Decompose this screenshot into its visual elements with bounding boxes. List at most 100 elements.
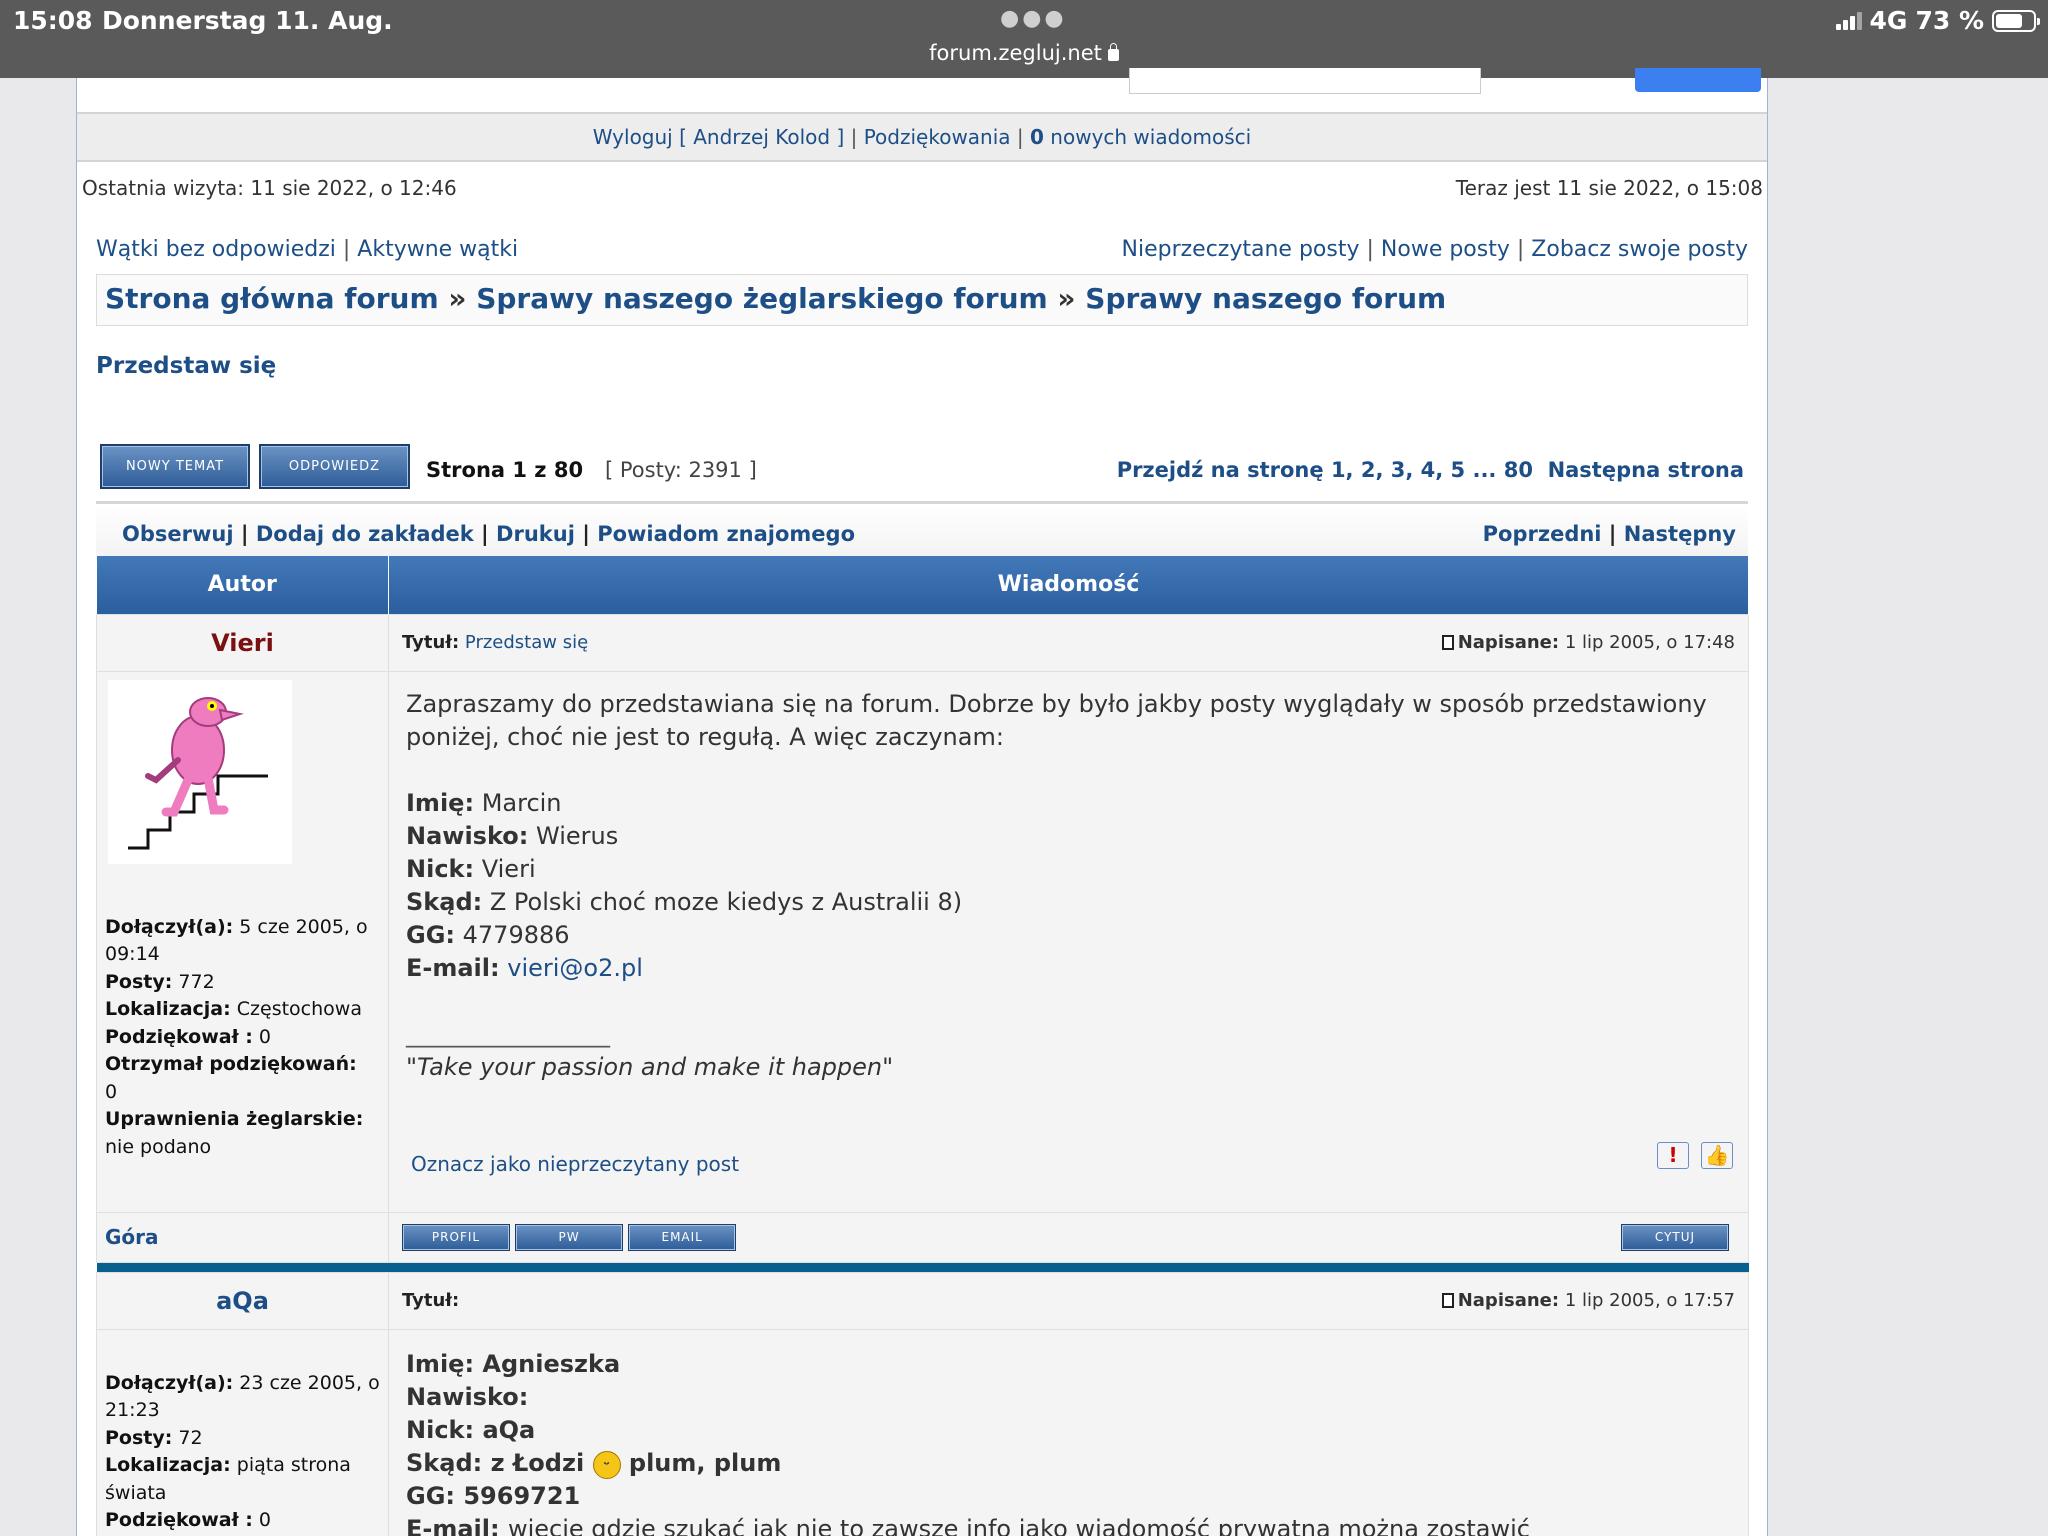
post-body-row: Dołączył(a): 23 cze 2005, o 21:23 Posty:… (96, 1328, 1749, 1536)
address-bar[interactable]: forum.zegluj.net (0, 41, 2048, 65)
signal-icon (1835, 11, 1862, 30)
author-profile: Dołączył(a): 23 cze 2005, o 21:23 Posty:… (97, 1330, 388, 1536)
url-text: forum.zegluj.net (929, 41, 1102, 65)
post-subject-link[interactable]: Przedstaw się (465, 632, 588, 653)
breadcrumb-home[interactable]: Strona główna forum (105, 282, 439, 315)
search-input[interactable] (1129, 68, 1481, 94)
mark-unread-link[interactable]: Oznacz jako nieprzeczytany post (411, 1148, 739, 1181)
bookmark-link[interactable]: Dodaj do zakładek (256, 522, 474, 546)
post-line-text: Skąd: z Łodzi (406, 1448, 585, 1477)
breadcrumb-separator: » (1047, 282, 1086, 315)
topic-title[interactable]: Przedstaw się (96, 353, 276, 379)
field-value: Vieri (481, 854, 536, 883)
separator-bar (96, 1262, 1749, 1272)
unanswered-link[interactable]: Wątki bez odpowiedzi (96, 237, 336, 262)
watch-link[interactable]: Obserwuj (122, 522, 234, 546)
separator: | (1010, 125, 1031, 149)
field-label: Imię: (406, 788, 475, 817)
search-button[interactable] (1635, 68, 1761, 92)
posts-value: 72 (178, 1426, 203, 1449)
separator: | (574, 522, 598, 546)
new-topic-button[interactable]: NOWY TEMAT (100, 444, 250, 489)
table-header: Autor Wiadomość (96, 556, 1749, 614)
post-buttons-cell: PROFIL PW EMAIL CYTUJ (388, 1211, 1749, 1263)
breadcrumb-forum[interactable]: Sprawy naszego forum (1085, 282, 1446, 315)
location-label: Lokalizacja: (105, 1454, 231, 1476)
joined-label: Dołączył(a): (105, 1371, 234, 1394)
unread-posts-link[interactable]: Nieprzeczytane posty (1122, 237, 1360, 262)
thanks-link[interactable]: Podziękowania (864, 125, 1011, 149)
status-right: 4G 73 % (1835, 6, 2040, 35)
battery-fill (1996, 13, 2023, 28)
field-label: GG: (406, 920, 455, 949)
post-icon[interactable] (1441, 634, 1454, 650)
page-links[interactable]: 1, 2, 3, 4, 5 ... 80 (1331, 458, 1533, 482)
next-page-link[interactable]: Następna strona (1548, 458, 1744, 482)
post-intro: Zapraszamy do przedstawiana się na forum… (406, 689, 1707, 751)
post-line: GG: 5969721 (406, 1481, 581, 1510)
post-line-text: E-mail: (406, 1514, 500, 1536)
post-author-cell: aQa (96, 1271, 389, 1330)
posted-label: Napisane: (1457, 631, 1560, 653)
profile-button[interactable]: PROFIL (402, 1223, 510, 1251)
location-value: Częstochowa (236, 998, 362, 1020)
thumbs-up-icon[interactable]: 👍 (1701, 1141, 1733, 1169)
previous-topic-link[interactable]: Poprzedni (1483, 522, 1602, 546)
post-author[interactable]: aQa (216, 1287, 269, 1315)
quote-button[interactable]: CYTUJ (1621, 1223, 1729, 1251)
post-subject-cell: Tytuł: Napisane: 1 lip 2005, o 17:57 (388, 1271, 1749, 1330)
multitasking-dots-icon[interactable]: ●●● (1000, 6, 1067, 31)
post-subject-cell: Tytuł: Przedstaw się Napisane: 1 lip 200… (388, 613, 1749, 672)
new-messages-label: nowych wiadomości (1043, 125, 1252, 149)
clock: 15:08 (13, 6, 93, 35)
report-icon[interactable]: ! (1657, 1141, 1689, 1169)
logout-link[interactable]: Wyloguj [ Andrzej Kolod ] (593, 125, 845, 149)
column-message: Wiadomość (388, 556, 1749, 614)
post-profile-cell: Dołączył(a): 5 cze 2005, o 09:14 Posty: … (96, 670, 389, 1213)
posts-count: [ Posty: 2391 ] (605, 458, 757, 482)
search-links: Wątki bez odpowiedzi | Aktywne wątki Nie… (96, 237, 1748, 262)
back-to-top-link[interactable]: Góra (105, 1225, 159, 1249)
thanked-value: 0 (258, 1509, 271, 1531)
email-link[interactable]: vieri@o2.pl (507, 954, 643, 982)
notify-friend-link[interactable]: Powiadom znajomego (597, 522, 855, 546)
separator: | (335, 237, 358, 262)
post-line: Skąd: z Łodzi ᵕ plum, plum (406, 1447, 1731, 1480)
reply-button[interactable]: ODPOWIEDZ (259, 444, 410, 489)
posts-label: Posty: (105, 970, 173, 993)
own-posts-link[interactable]: Zobacz swoje posty (1531, 237, 1748, 262)
post-content-cell: Zapraszamy do przedstawiana się na forum… (388, 670, 1749, 1213)
post-body-row: Dołączył(a): 5 cze 2005, o 09:14 Posty: … (96, 670, 1749, 1213)
active-topics-link[interactable]: Aktywne wątki (357, 237, 518, 262)
license-value: nie podano (105, 1135, 212, 1158)
pink-creature-stairs-image (128, 696, 268, 849)
breadcrumb-category[interactable]: Sprawy naszego żeglarskiego forum (476, 282, 1047, 315)
new-messages-link[interactable]: 0 nowych wiadomości (1030, 125, 1251, 149)
visit-info: Ostatnia wizyta: 11 sie 2022, o 12:46 Te… (82, 176, 1763, 200)
post-icon[interactable] (1441, 1292, 1454, 1308)
field-label: Skąd: (406, 887, 483, 916)
print-link[interactable]: Drukuj (496, 522, 575, 546)
pm-button[interactable]: PW (515, 1223, 624, 1251)
post-author[interactable]: Vieri (211, 629, 274, 657)
posts-label: Posty: (105, 1426, 173, 1449)
post-separator (96, 1262, 1749, 1272)
separator: | (473, 522, 497, 546)
separator: | (233, 522, 256, 546)
new-posts-link[interactable]: Nowe posty (1381, 237, 1510, 262)
email-button[interactable]: EMAIL (628, 1223, 737, 1251)
post-line: Nawisko: (406, 1382, 529, 1411)
ios-status-bar: 15:08 Donnerstag 11. Aug. ●●● forum.zegl… (0, 0, 2048, 78)
pagination: Przejdź na stronę 1, 2, 3, 4, 5 ... 80 N… (1117, 458, 1744, 482)
current-time: Teraz jest 11 sie 2022, o 15:08 (1455, 176, 1763, 200)
breadcrumb-separator: » (438, 282, 477, 315)
signature: "Take your passion and make it happen" (406, 1052, 894, 1081)
post-footer-row: Góra PROFIL PW EMAIL CYTUJ (96, 1211, 1749, 1263)
forum-page: Wyloguj [ Andrzej Kolod ] | Podziękowani… (76, 68, 1768, 1536)
next-topic-link[interactable]: Następny (1624, 522, 1736, 546)
field-label: Nick: (406, 854, 475, 883)
breadcrumb: Strona główna forum » Sprawy naszego żeg… (96, 274, 1748, 326)
received-label: Otrzymał podziękowań: (105, 1053, 357, 1075)
last-visit: Ostatnia wizyta: 11 sie 2022, o 12:46 (82, 176, 457, 200)
post-body: Imię: Agnieszka Nawisko: Nick: aQa Skąd:… (389, 1330, 1748, 1536)
